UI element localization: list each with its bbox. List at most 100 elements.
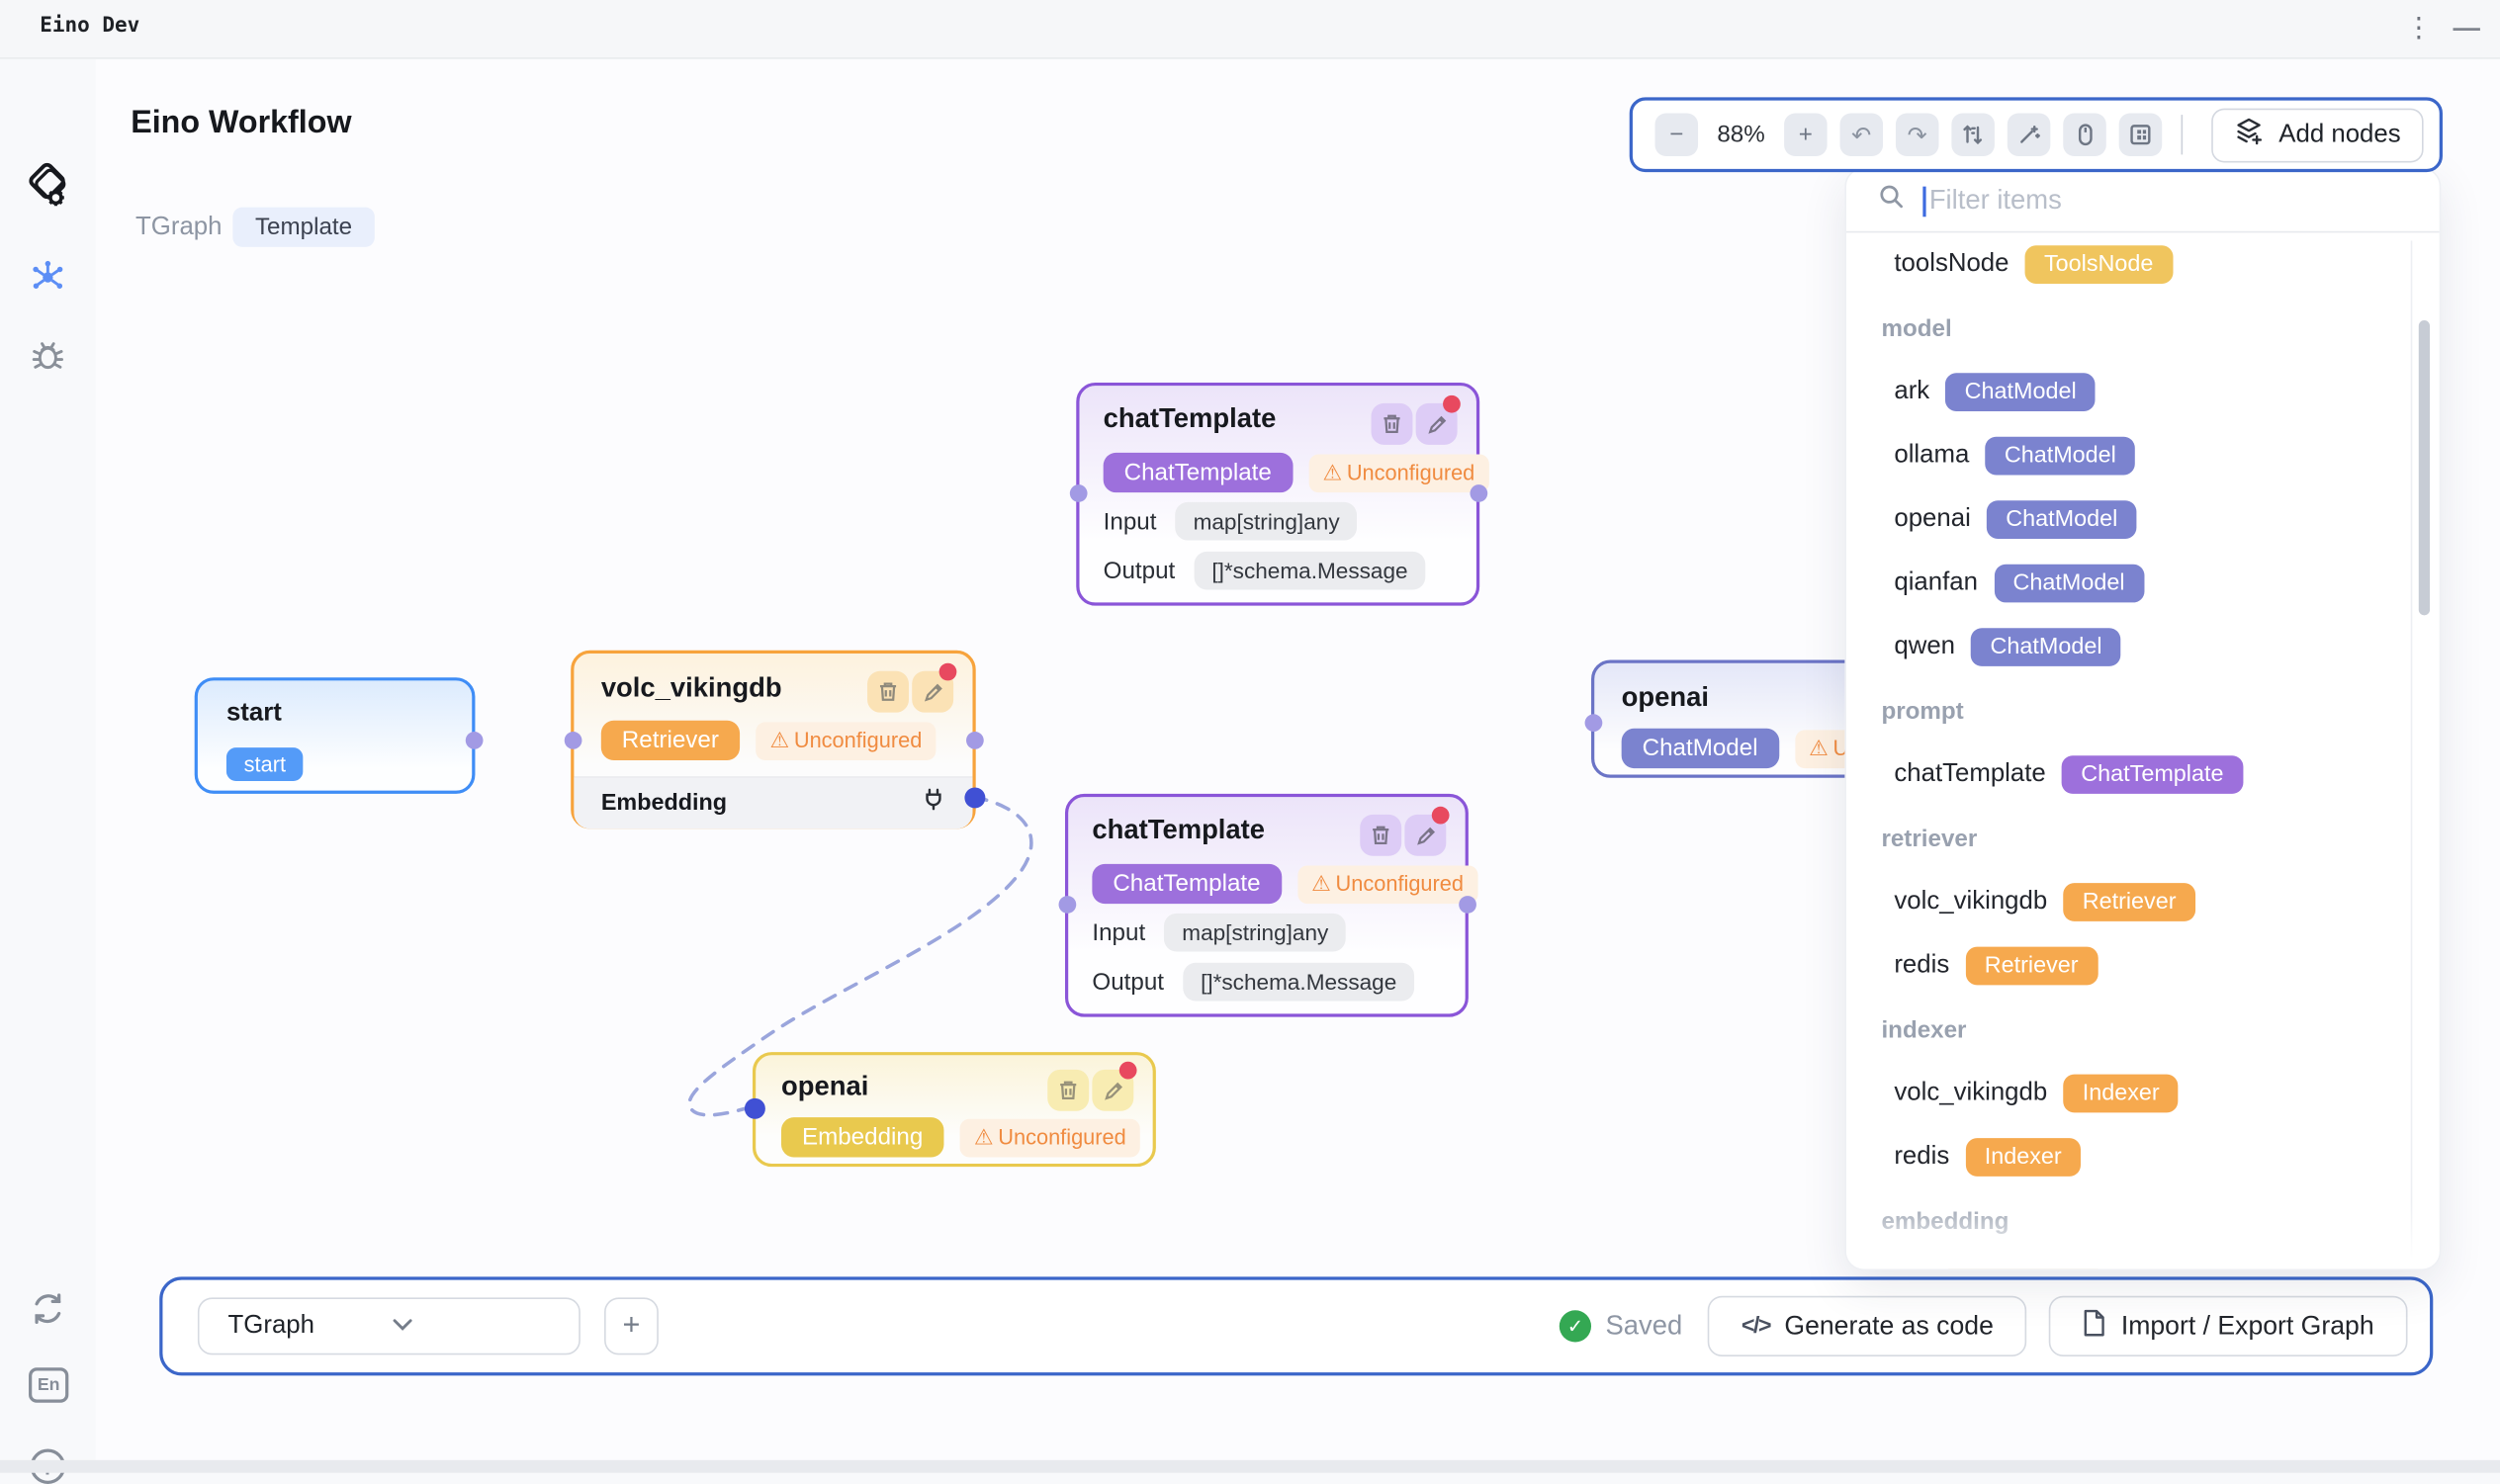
add-nodes-button[interactable]: Add nodes	[2211, 108, 2423, 162]
page-title: Eino Workflow	[131, 105, 351, 141]
embedding-slot-row[interactable]: Embedding	[574, 776, 972, 829]
unconfigured-dot	[939, 663, 957, 681]
list-item-ark[interactable]: arkChatModel	[1846, 360, 2441, 423]
delete-node-button[interactable]	[1047, 1070, 1089, 1111]
unconfigured-badge: ⚠Unconfigured	[1308, 454, 1489, 492]
section-embedding: embedding	[1846, 1189, 2441, 1253]
undo-button[interactable]: ↶	[1840, 113, 1884, 156]
node-title: openai	[781, 1071, 868, 1102]
embedding-badge: Embedding	[1945, 1266, 2100, 1270]
node-type-list: toolsNodeToolsNode model arkChatModel ol…	[1846, 232, 2441, 1270]
zoom-level: 88%	[1711, 122, 1771, 148]
node-title: volc_vikingdb	[601, 672, 782, 704]
list-item-toolsnode[interactable]: toolsNodeToolsNode	[1846, 232, 2441, 296]
scrollbar-track	[2411, 240, 2413, 1261]
port-ct1-right[interactable]	[1470, 484, 1487, 502]
import-export-button[interactable]: Import / Export Graph	[2049, 1296, 2407, 1356]
node-chat-template-top[interactable]: chatTemplate ChatTemplate ⚠Unconfigured …	[1076, 383, 1479, 606]
add-graph-button[interactable]: +	[604, 1297, 659, 1354]
breadcrumb-graph[interactable]: TGraph	[135, 214, 222, 242]
embedding-type-badge: Embedding	[781, 1117, 943, 1157]
delete-node-button[interactable]	[1360, 815, 1401, 856]
window-bottom-strip	[0, 1460, 2500, 1473]
port-ct2-left[interactable]	[1058, 896, 1076, 914]
list-item-redis-indexer[interactable]: redisIndexer	[1846, 1125, 2441, 1188]
section-prompt: prompt	[1846, 679, 2441, 742]
chatmodel-badge: ChatModel	[1985, 437, 2135, 476]
port-openai-embedding-left[interactable]	[744, 1098, 764, 1119]
debug-bug-icon[interactable]	[0, 335, 96, 377]
graph-select-value: TGraph	[228, 1312, 393, 1341]
node-openai-embedding[interactable]: openai Embedding ⚠Unconfigured	[753, 1052, 1156, 1167]
delete-node-button[interactable]	[1372, 403, 1413, 445]
unconfigured-badge: ⚠Unconfigured	[959, 1118, 1140, 1157]
chatmodel-type-badge: ChatModel	[1622, 729, 1779, 768]
port-start-right[interactable]	[465, 732, 483, 749]
unconfigured-dot	[1432, 807, 1450, 825]
chevron-down-icon	[393, 1312, 557, 1341]
node-start[interactable]: start start	[195, 677, 476, 794]
node-chat-template-middle[interactable]: chatTemplate ChatTemplate ⚠Unconfigured …	[1065, 794, 1469, 1017]
list-item-openai[interactable]: openaiChatModel	[1846, 487, 2441, 551]
port-ct2-right[interactable]	[1458, 896, 1475, 914]
breadcrumb-template-tag[interactable]: Template	[232, 208, 374, 247]
list-item-ollama[interactable]: ollamaChatModel	[1846, 424, 2441, 487]
redo-button[interactable]: ↷	[1896, 113, 1939, 156]
port-openai-chat-left[interactable]	[1584, 714, 1602, 732]
unconfigured-badge: ⚠Unconfigured	[756, 722, 937, 760]
footer-bar: TGraph + ✓ Saved </> Generate as code Im…	[159, 1276, 2433, 1375]
input-label: Input	[1104, 508, 1157, 535]
generate-code-label: Generate as code	[1784, 1311, 1993, 1342]
warning-icon: ⚠	[1311, 871, 1331, 897]
chattemplate-badge: ChatTemplate	[2062, 755, 2243, 794]
list-item-redis-retriever[interactable]: redisRetriever	[1846, 934, 2441, 998]
minimap-button[interactable]	[2119, 113, 2163, 156]
list-item-qwen[interactable]: qwenChatModel	[1846, 615, 2441, 678]
import-export-label: Import / Export Graph	[2121, 1311, 2374, 1342]
port-volc-right[interactable]	[965, 732, 983, 749]
start-type-badge: start	[226, 747, 304, 781]
output-type-pill: []*schema.Message	[1195, 552, 1426, 590]
list-item-volc-retriever[interactable]: volc_vikingdbRetriever	[1846, 870, 2441, 933]
add-nodes-panel: toolsNodeToolsNode model arkChatModel ol…	[1844, 167, 2441, 1270]
node-volc-vikingdb[interactable]: volc_vikingdb Retriever ⚠Unconfigured Em…	[571, 651, 976, 829]
port-volc-embedding[interactable]	[964, 787, 985, 808]
refresh-icon[interactable]	[0, 1289, 96, 1328]
output-label: Output	[1092, 968, 1164, 995]
magic-wand-button[interactable]	[2008, 113, 2051, 156]
warning-icon: ⚠	[1322, 460, 1342, 485]
section-model: model	[1846, 297, 2441, 360]
window-menu-icon[interactable]: ⋮	[2401, 8, 2436, 49]
filter-input[interactable]	[1924, 183, 2339, 218]
port-volc-left[interactable]	[564, 732, 581, 749]
search-icon	[1878, 183, 1924, 218]
scrollbar-thumb[interactable]	[2419, 320, 2430, 615]
auto-layout-button[interactable]	[1951, 113, 1995, 156]
input-type-pill: map[string]any	[1176, 502, 1358, 541]
delete-node-button[interactable]	[867, 671, 909, 713]
canvas-toolbar: − 88% + ↶ ↷	[1630, 97, 2443, 172]
port-ct1-left[interactable]	[1069, 484, 1087, 502]
generate-code-button[interactable]: </> Generate as code	[1708, 1296, 2027, 1356]
saved-label: Saved	[1606, 1310, 1683, 1342]
workflow-nav-icon[interactable]	[0, 257, 96, 299]
zoom-out-button[interactable]: −	[1655, 113, 1699, 156]
window-minimize-icon[interactable]: —	[2449, 8, 2483, 49]
list-item-chattemplate[interactable]: chatTemplateChatTemplate	[1846, 742, 2441, 806]
add-nodes-label: Add nodes	[2278, 121, 2400, 149]
indexer-badge: Indexer	[1965, 1138, 2081, 1177]
saved-check-icon: ✓	[1560, 1310, 1591, 1342]
graph-select[interactable]: TGraph	[198, 1297, 580, 1354]
chatmodel-badge: ChatModel	[1971, 628, 2121, 666]
language-icon[interactable]: En	[29, 1367, 68, 1402]
list-item-ark-embedding[interactable]: arkEmbedding	[1846, 1253, 2441, 1270]
output-label: Output	[1104, 557, 1176, 583]
mouse-mode-button[interactable]	[2063, 113, 2106, 156]
node-title: start	[226, 700, 282, 729]
list-item-qianfan[interactable]: qianfanChatModel	[1846, 552, 2441, 615]
list-item-volc-indexer[interactable]: volc_vikingdbIndexer	[1846, 1062, 2441, 1125]
input-type-pill: map[string]any	[1165, 914, 1347, 952]
zoom-in-button[interactable]: +	[1784, 113, 1828, 156]
filter-row	[1846, 169, 2440, 232]
warning-icon: ⚠	[974, 1124, 994, 1150]
